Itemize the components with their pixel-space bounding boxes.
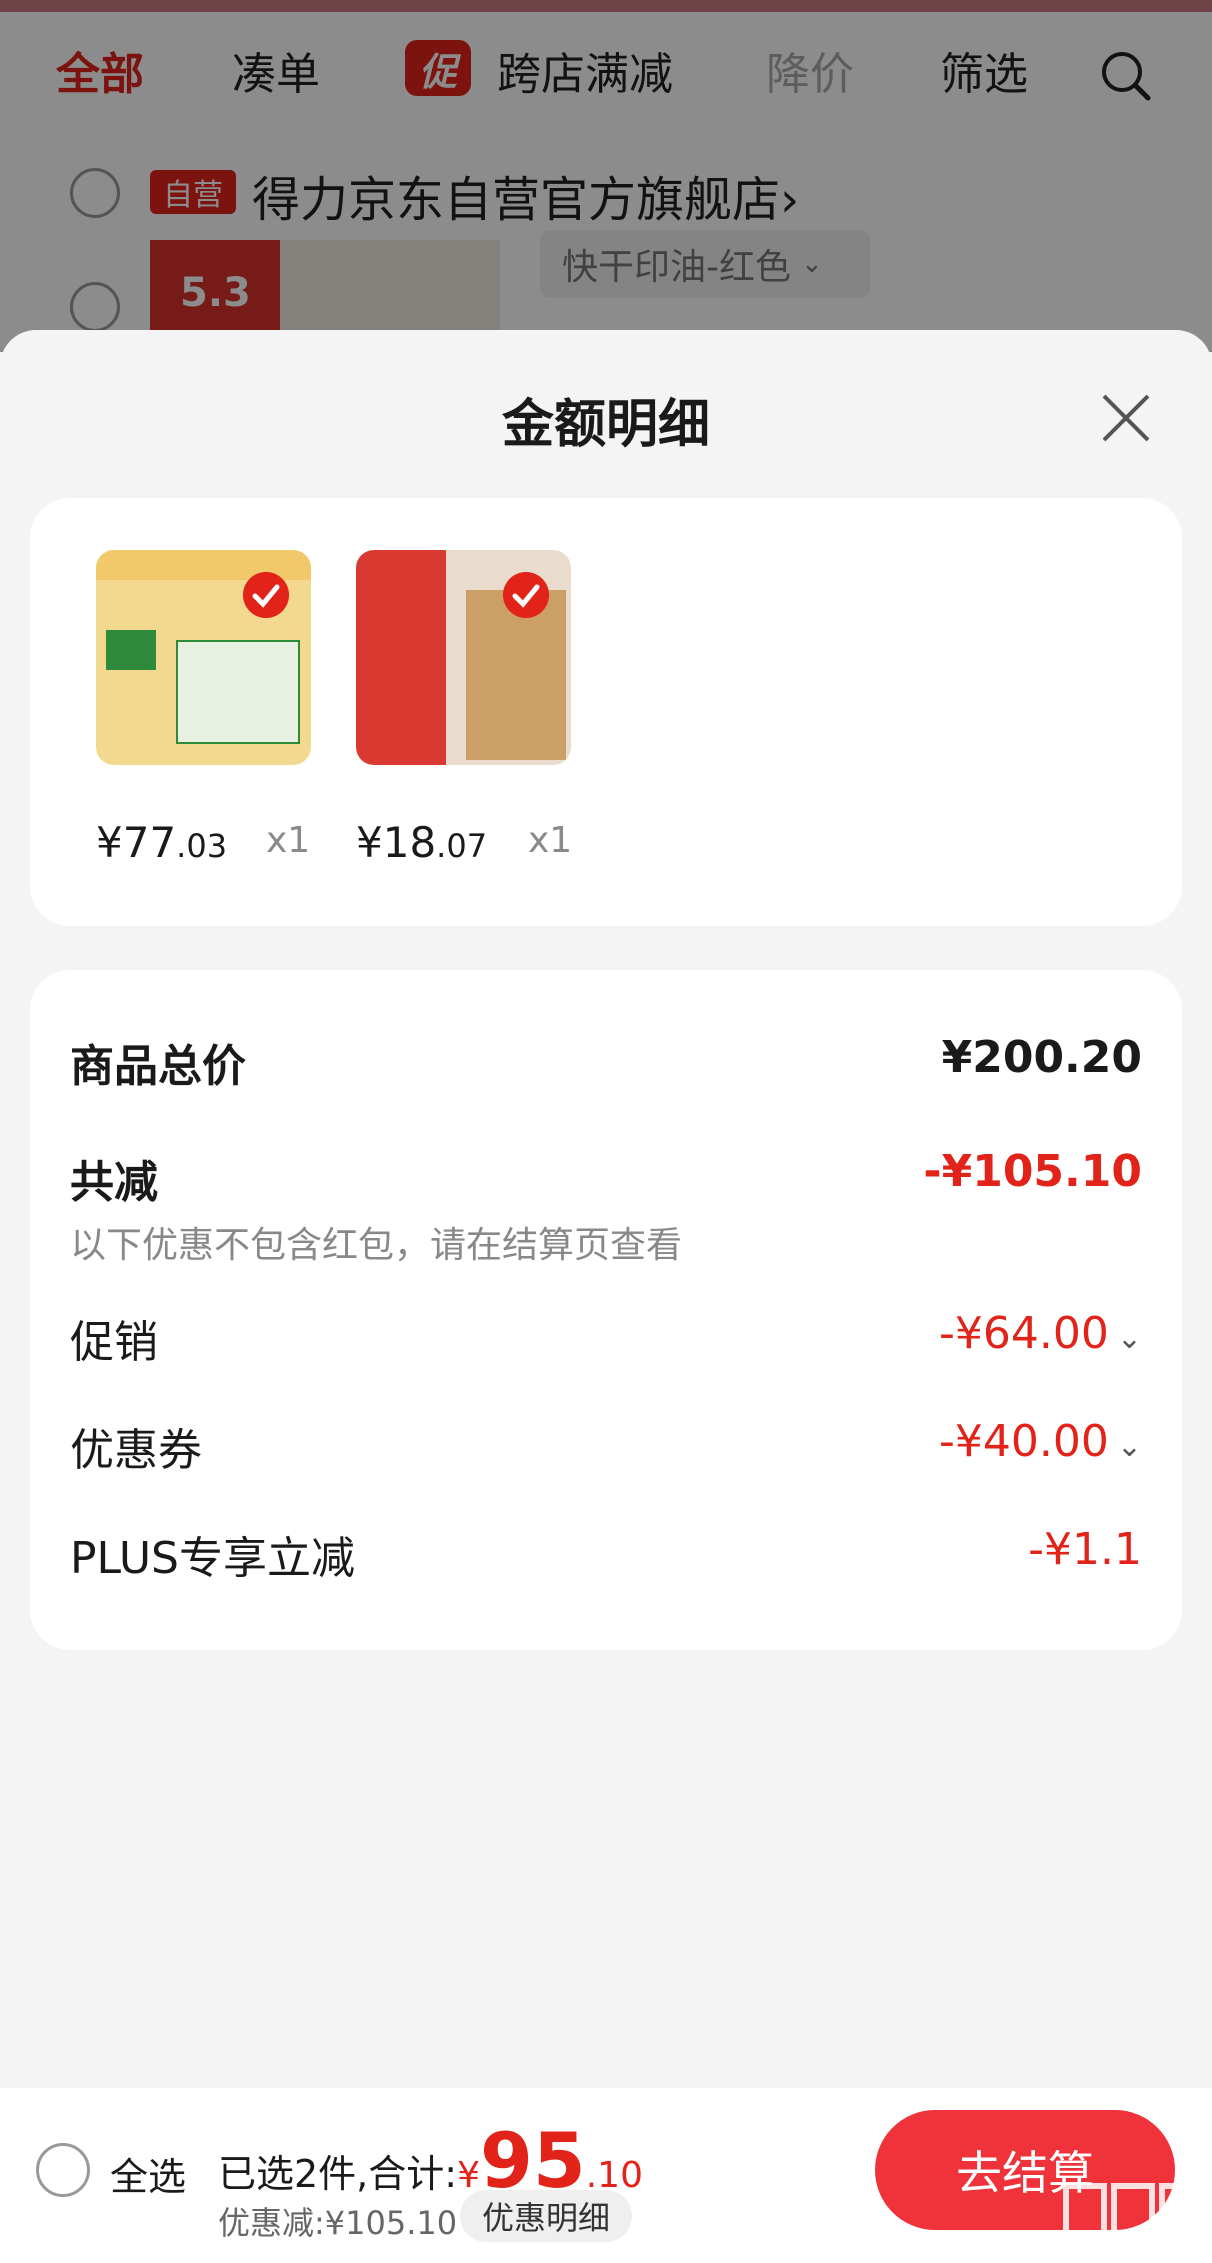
reduce-value: -¥105.10 bbox=[923, 1146, 1142, 1197]
select-all-label[interactable]: 全选 bbox=[110, 2146, 186, 2201]
chevron-down-icon: ⌄ bbox=[1116, 1429, 1142, 1464]
check-icon bbox=[243, 572, 289, 618]
dim-overlay[interactable] bbox=[0, 0, 1212, 352]
promo-value[interactable]: -¥64.00 ⌄ bbox=[939, 1308, 1142, 1359]
goods-price-2: ¥18.07 bbox=[356, 818, 488, 867]
price-breakdown-card: 商品总价 ¥200.20 共减 -¥105.10 以下优惠不包含红包，请在结算页… bbox=[30, 970, 1182, 1650]
subtotal-value: ¥200.20 bbox=[941, 1032, 1142, 1083]
watermark-logo bbox=[1063, 2183, 1203, 2239]
amount-detail-sheet: 金额明细 ¥77.03 x1 ¥18.07 x1 商品总价 ¥200.20 共减… bbox=[0, 330, 1212, 2263]
promo-label: 促销 bbox=[70, 1317, 158, 1368]
discount-detail-button[interactable]: 优惠明细 bbox=[460, 2190, 632, 2242]
sheet-title: 金额明细 bbox=[501, 395, 710, 455]
reduce-note: 以下优惠不包含红包，请在结算页查看 bbox=[70, 1225, 683, 1266]
coupon-value[interactable]: -¥40.00 ⌄ bbox=[939, 1416, 1142, 1467]
goods-qty-1: x1 bbox=[266, 820, 311, 861]
selected-goods-card: ¥77.03 x1 ¥18.07 x1 bbox=[30, 498, 1182, 926]
close-icon[interactable] bbox=[1098, 390, 1154, 446]
plus-value: -¥1.1 bbox=[1028, 1524, 1142, 1575]
discount-text: 优惠减:¥105.10 bbox=[218, 2204, 458, 2242]
goods-image-2[interactable] bbox=[356, 550, 571, 765]
checkout-bar: 全选 已选2件,合计:¥95.10 优惠减:¥105.10 优惠明细 去结算 bbox=[0, 2088, 1212, 2263]
select-all-radio[interactable] bbox=[36, 2143, 90, 2197]
plus-label: PLUS专享立减 bbox=[70, 1533, 355, 1584]
coupon-label: 优惠券 bbox=[70, 1425, 202, 1476]
goods-qty-2: x1 bbox=[528, 820, 573, 861]
goods-image-1[interactable] bbox=[96, 550, 311, 765]
check-icon bbox=[503, 572, 549, 618]
goods-price-1: ¥77.03 bbox=[96, 818, 228, 867]
reduce-label: 共减 bbox=[70, 1157, 158, 1208]
chevron-down-icon: ⌄ bbox=[1116, 1321, 1142, 1356]
subtotal-label: 商品总价 bbox=[70, 1041, 246, 1092]
